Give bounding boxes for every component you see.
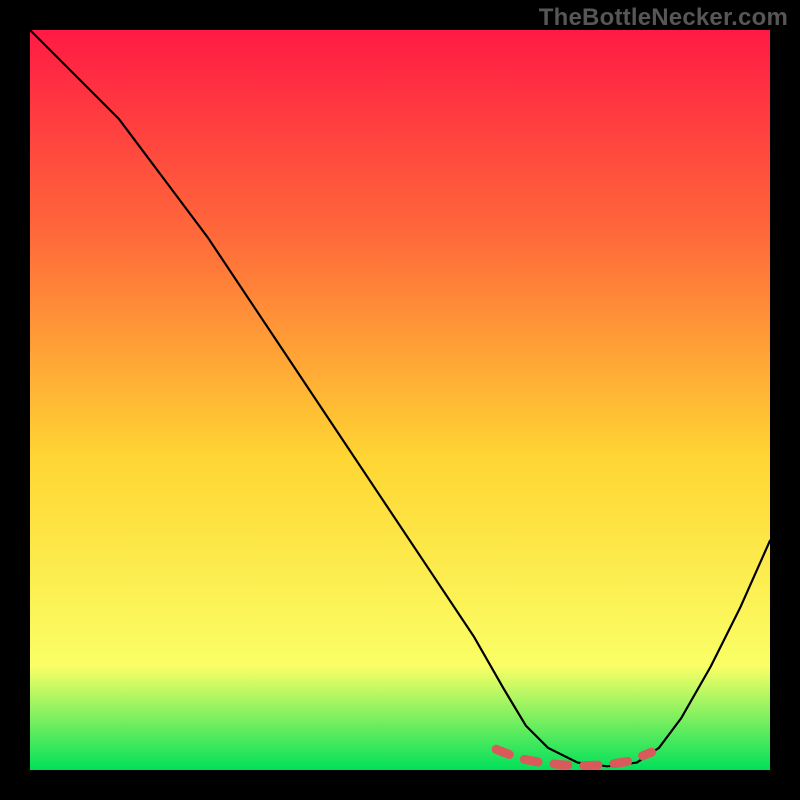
chart-frame: TheBottleNecker.com xyxy=(0,0,800,800)
chart-svg xyxy=(30,30,770,770)
watermark-text: TheBottleNecker.com xyxy=(539,4,788,32)
gradient-background xyxy=(30,30,770,770)
plot-area xyxy=(30,30,770,770)
